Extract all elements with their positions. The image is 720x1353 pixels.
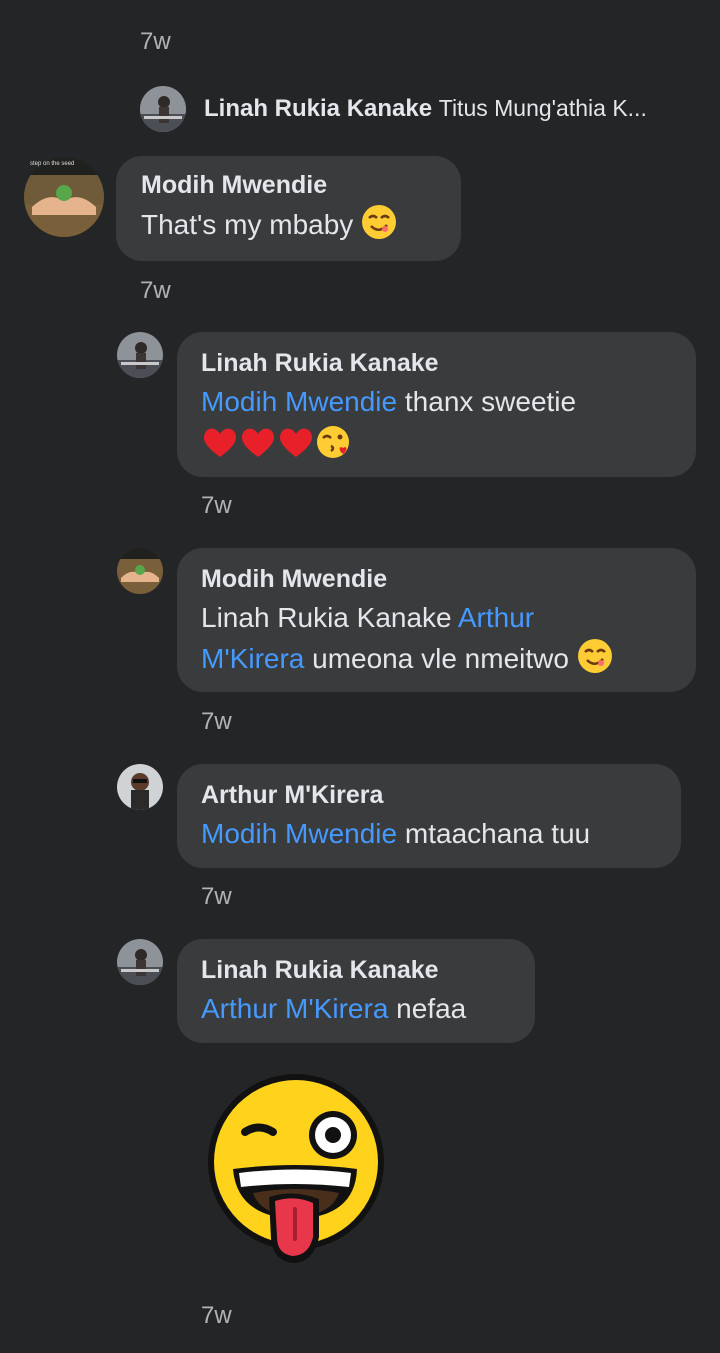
- heart-emoji: [201, 424, 239, 465]
- heart-emoji: [239, 424, 277, 465]
- reply-text-line: Modih Mwendie thanx sweetie: [201, 382, 696, 422]
- comment-text-line: That's my mbaby: [141, 204, 461, 251]
- reply-text: umeona vle nmeitwo: [304, 643, 569, 674]
- heart-emoji: [277, 424, 315, 465]
- reply-bubble[interactable]: Linah Rukia Kanake Arthur M'Kirera nefaa: [177, 939, 535, 1043]
- avatar[interactable]: [117, 332, 163, 378]
- reply-bubble[interactable]: Linah Rukia Kanake Modih Mwendie thanx s…: [177, 332, 696, 477]
- avatar[interactable]: [24, 157, 104, 237]
- reply-text-line: Linah Rukia Kanake Arthur: [201, 598, 696, 638]
- reply-bubble[interactable]: Modih Mwendie Linah Rukia Kanake Arthur …: [177, 548, 696, 692]
- kiss-emoji: [315, 424, 353, 465]
- comment-text: That's my mbaby: [141, 209, 354, 240]
- reply-text-line: Arthur M'Kirera nefaa: [201, 989, 535, 1029]
- collapsed-reply-author: Linah Rukia Kanake: [204, 95, 433, 122]
- winking-tongue-sticker[interactable]: [203, 1069, 389, 1269]
- collapsed-reply-preview: Titus Mung'athia K...: [438, 95, 647, 121]
- reply-text: thanx sweetie: [397, 386, 577, 417]
- reply-bubble[interactable]: Arthur M'Kirera Modih Mwendie mtaachana …: [177, 764, 681, 868]
- mention-link[interactable]: Arthur M'Kirera: [201, 993, 388, 1024]
- timestamp[interactable]: 7w: [201, 1302, 232, 1330]
- reply-text-line: M'Kirera umeona vle nmeitwo: [201, 638, 696, 685]
- comment-bubble[interactable]: Modih Mwendie That's my mbaby: [116, 156, 461, 261]
- reply-author[interactable]: Arthur M'Kirera: [201, 780, 681, 810]
- mention-link[interactable]: Modih Mwendie: [201, 386, 397, 417]
- avatar[interactable]: [140, 86, 186, 132]
- avatar[interactable]: [117, 939, 163, 985]
- collapsed-reply-text: Linah Rukia Kanake Titus Mung'athia K...: [204, 95, 647, 123]
- reply-prefix: Linah Rukia Kanake: [201, 602, 458, 633]
- avatar[interactable]: [117, 764, 163, 810]
- collapsed-reply-row[interactable]: Linah Rukia Kanake Titus Mung'athia K...: [140, 86, 710, 134]
- comment-author[interactable]: Modih Mwendie: [141, 170, 461, 200]
- timestamp[interactable]: 7w: [140, 28, 171, 56]
- timestamp[interactable]: 7w: [201, 492, 232, 520]
- reply-text: mtaachana tuu: [397, 818, 591, 849]
- reply-author[interactable]: Linah Rukia Kanake: [201, 348, 696, 378]
- mention-link[interactable]: Arthur: [458, 602, 534, 633]
- avatar[interactable]: [117, 548, 163, 594]
- mention-link[interactable]: Modih Mwendie: [201, 818, 397, 849]
- timestamp[interactable]: 7w: [201, 883, 232, 911]
- timestamp[interactable]: 7w: [201, 708, 232, 736]
- smirk-emoji: [577, 638, 613, 685]
- avatar-caption: step on the seed: [30, 161, 75, 167]
- timestamp[interactable]: 7w: [140, 277, 171, 305]
- reply-text-line: Modih Mwendie mtaachana tuu: [201, 814, 681, 854]
- emoji-line: [201, 424, 696, 464]
- smirk-emoji: [361, 204, 397, 251]
- reply-author[interactable]: Modih Mwendie: [201, 564, 696, 594]
- reply-author[interactable]: Linah Rukia Kanake: [201, 955, 535, 985]
- reply-text: nefaa: [388, 993, 467, 1024]
- mention-link[interactable]: M'Kirera: [201, 643, 304, 674]
